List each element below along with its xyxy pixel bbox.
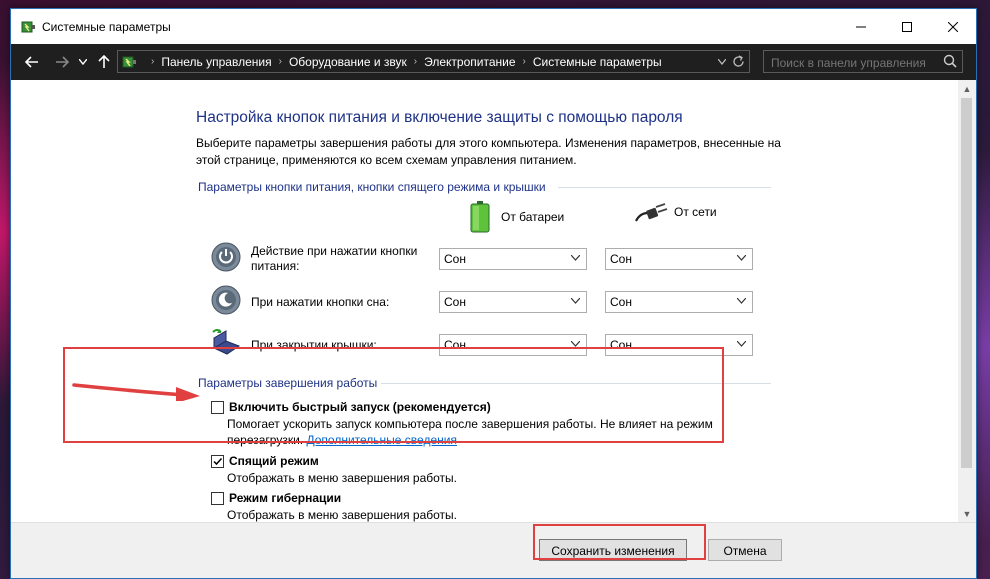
power-buttons-group-label: Параметры кнопки питания, кнопки спящего… bbox=[198, 180, 546, 194]
shutdown-group-label: Параметры завершения работы bbox=[198, 376, 378, 390]
col-battery-header: От батареи bbox=[469, 201, 564, 233]
address-controls bbox=[717, 53, 745, 71]
breadcrumb-separator: › bbox=[522, 56, 526, 67]
sleep-button-battery-select[interactable]: Сон bbox=[439, 291, 587, 313]
page-description: Выберите параметры завершения работы для… bbox=[196, 136, 781, 167]
sleep-label: Спящий режим bbox=[229, 454, 319, 468]
sleep-description: Отображать в меню завершения работы. bbox=[227, 471, 458, 485]
save-button[interactable]: Сохранить изменения bbox=[539, 539, 687, 561]
col-ac-label: От сети bbox=[674, 205, 717, 219]
maximize-button[interactable] bbox=[884, 9, 930, 44]
back-button[interactable] bbox=[23, 53, 41, 71]
power-button-ac-select[interactable]: Сон bbox=[605, 248, 753, 270]
battery-icon bbox=[470, 201, 490, 233]
col-ac-header: От сети bbox=[634, 201, 717, 223]
group-divider bbox=[381, 383, 771, 384]
chevron-down-icon bbox=[571, 298, 580, 304]
sleep-button-battery-value: Сон bbox=[444, 295, 466, 309]
title-bar: Системные параметры bbox=[11, 9, 976, 44]
chevron-down-icon bbox=[717, 58, 727, 66]
arrow-right-icon bbox=[56, 56, 69, 68]
breadcrumb-system-settings[interactable]: Системные параметры bbox=[533, 55, 662, 69]
col-battery-label: От батареи bbox=[501, 210, 565, 224]
laptop-lid-icon bbox=[212, 329, 241, 355]
power-button-label: Действие при нажатии кнопки питания: bbox=[251, 244, 418, 273]
power-button-battery-select[interactable]: Сон bbox=[439, 248, 587, 270]
sleep-button-ac-value: Сон bbox=[610, 295, 632, 309]
sleep-button-label: При нажатии кнопки сна: bbox=[251, 295, 390, 309]
minimize-button[interactable] bbox=[838, 9, 884, 44]
arrow-up-icon bbox=[98, 55, 110, 68]
up-button[interactable] bbox=[95, 53, 113, 71]
fast-startup-checkbox[interactable] bbox=[211, 400, 224, 414]
lid-close-ac-select[interactable]: Сон bbox=[605, 334, 753, 356]
breadcrumb-separator: › bbox=[151, 56, 155, 67]
sleep-checkbox[interactable] bbox=[211, 454, 224, 468]
sleep-option[interactable]: Спящий режим bbox=[211, 454, 319, 468]
close-icon bbox=[948, 21, 958, 32]
search-icon bbox=[943, 54, 957, 68]
sleep-button-icon bbox=[211, 285, 241, 315]
fast-startup-option[interactable]: Включить быстрый запуск (рекомендуется) bbox=[211, 400, 491, 414]
group-divider bbox=[558, 187, 771, 188]
main-content: Настройка кнопок питания и включение защ… bbox=[11, 80, 958, 523]
hibernate-description: Отображать в меню завершения работы. bbox=[227, 508, 458, 522]
scroll-up-button[interactable]: ▲ bbox=[958, 82, 976, 96]
fast-startup-desc-text: Помогает ускорить запуск компьютера посл… bbox=[227, 417, 713, 447]
lid-close-battery-select[interactable]: Сон bbox=[439, 334, 587, 356]
maximize-icon bbox=[902, 21, 912, 32]
forward-button[interactable] bbox=[53, 53, 71, 71]
breadcrumb-control-panel[interactable]: Панель управления bbox=[161, 55, 271, 69]
search-field[interactable] bbox=[763, 50, 963, 74]
power-button-ac-value: Сон bbox=[610, 252, 632, 266]
page-title: Настройка кнопок питания и включение защ… bbox=[196, 109, 683, 126]
minimize-icon bbox=[856, 26, 866, 27]
breadcrumb-power-options[interactable]: Электропитание bbox=[424, 55, 515, 69]
hibernate-label: Режим гибернации bbox=[229, 491, 342, 505]
hibernate-checkbox[interactable] bbox=[211, 491, 224, 505]
breadcrumb-hardware-sound[interactable]: Оборудование и звук bbox=[289, 55, 407, 69]
fast-startup-description: Помогает ускорить запуск компьютера посл… bbox=[227, 416, 737, 448]
checkmark-icon bbox=[213, 457, 223, 465]
more-info-link[interactable]: Дополнительные сведения bbox=[306, 433, 456, 447]
power-plug-icon bbox=[635, 203, 668, 222]
sleep-button-ac-select[interactable]: Сон bbox=[605, 291, 753, 313]
power-button-icon bbox=[211, 242, 241, 272]
system-settings-window: Системные параметры › Панель управления … bbox=[10, 8, 977, 579]
chevron-down-icon bbox=[737, 255, 746, 261]
lid-close-ac-value: Сон bbox=[610, 338, 632, 352]
scroll-down-button[interactable]: ▼ bbox=[958, 507, 976, 521]
window-title: Системные параметры bbox=[42, 20, 171, 34]
address-bar: › Панель управления › Оборудование и зву… bbox=[11, 44, 976, 80]
power-button-battery-value: Сон bbox=[444, 252, 466, 266]
arrow-annotation-icon bbox=[72, 383, 200, 401]
cancel-button[interactable]: Отмена bbox=[708, 539, 782, 561]
chevron-down-icon bbox=[737, 341, 746, 347]
refresh-button[interactable] bbox=[732, 53, 745, 71]
close-button[interactable] bbox=[930, 9, 976, 44]
footer-bar: Сохранить изменения Отмена bbox=[11, 522, 976, 578]
lid-close-label: При закрытии крышки: bbox=[251, 338, 377, 352]
chevron-down-icon bbox=[571, 255, 580, 261]
fast-startup-label: Включить быстрый запуск (рекомендуется) bbox=[229, 400, 491, 414]
scroll-thumb[interactable] bbox=[961, 98, 972, 468]
address-field[interactable]: › Панель управления › Оборудование и зву… bbox=[117, 50, 750, 73]
lid-close-battery-value: Сон bbox=[444, 338, 466, 352]
breadcrumb-separator: › bbox=[278, 56, 282, 67]
vertical-scrollbar[interactable]: ▲ ▼ bbox=[958, 80, 976, 523]
recent-locations-button[interactable] bbox=[77, 53, 89, 71]
chevron-down-icon bbox=[737, 298, 746, 304]
breadcrumb-separator: › bbox=[413, 56, 418, 67]
search-input[interactable] bbox=[764, 51, 943, 74]
address-dropdown-button[interactable] bbox=[717, 53, 727, 71]
control-panel-icon bbox=[122, 56, 136, 67]
hibernate-option[interactable]: Режим гибернации bbox=[211, 491, 341, 505]
chevron-down-icon bbox=[79, 59, 87, 65]
refresh-icon bbox=[733, 55, 744, 67]
search-button[interactable] bbox=[943, 54, 957, 71]
arrow-left-icon bbox=[25, 56, 38, 68]
power-options-icon bbox=[21, 21, 35, 33]
chevron-down-icon bbox=[571, 341, 580, 347]
